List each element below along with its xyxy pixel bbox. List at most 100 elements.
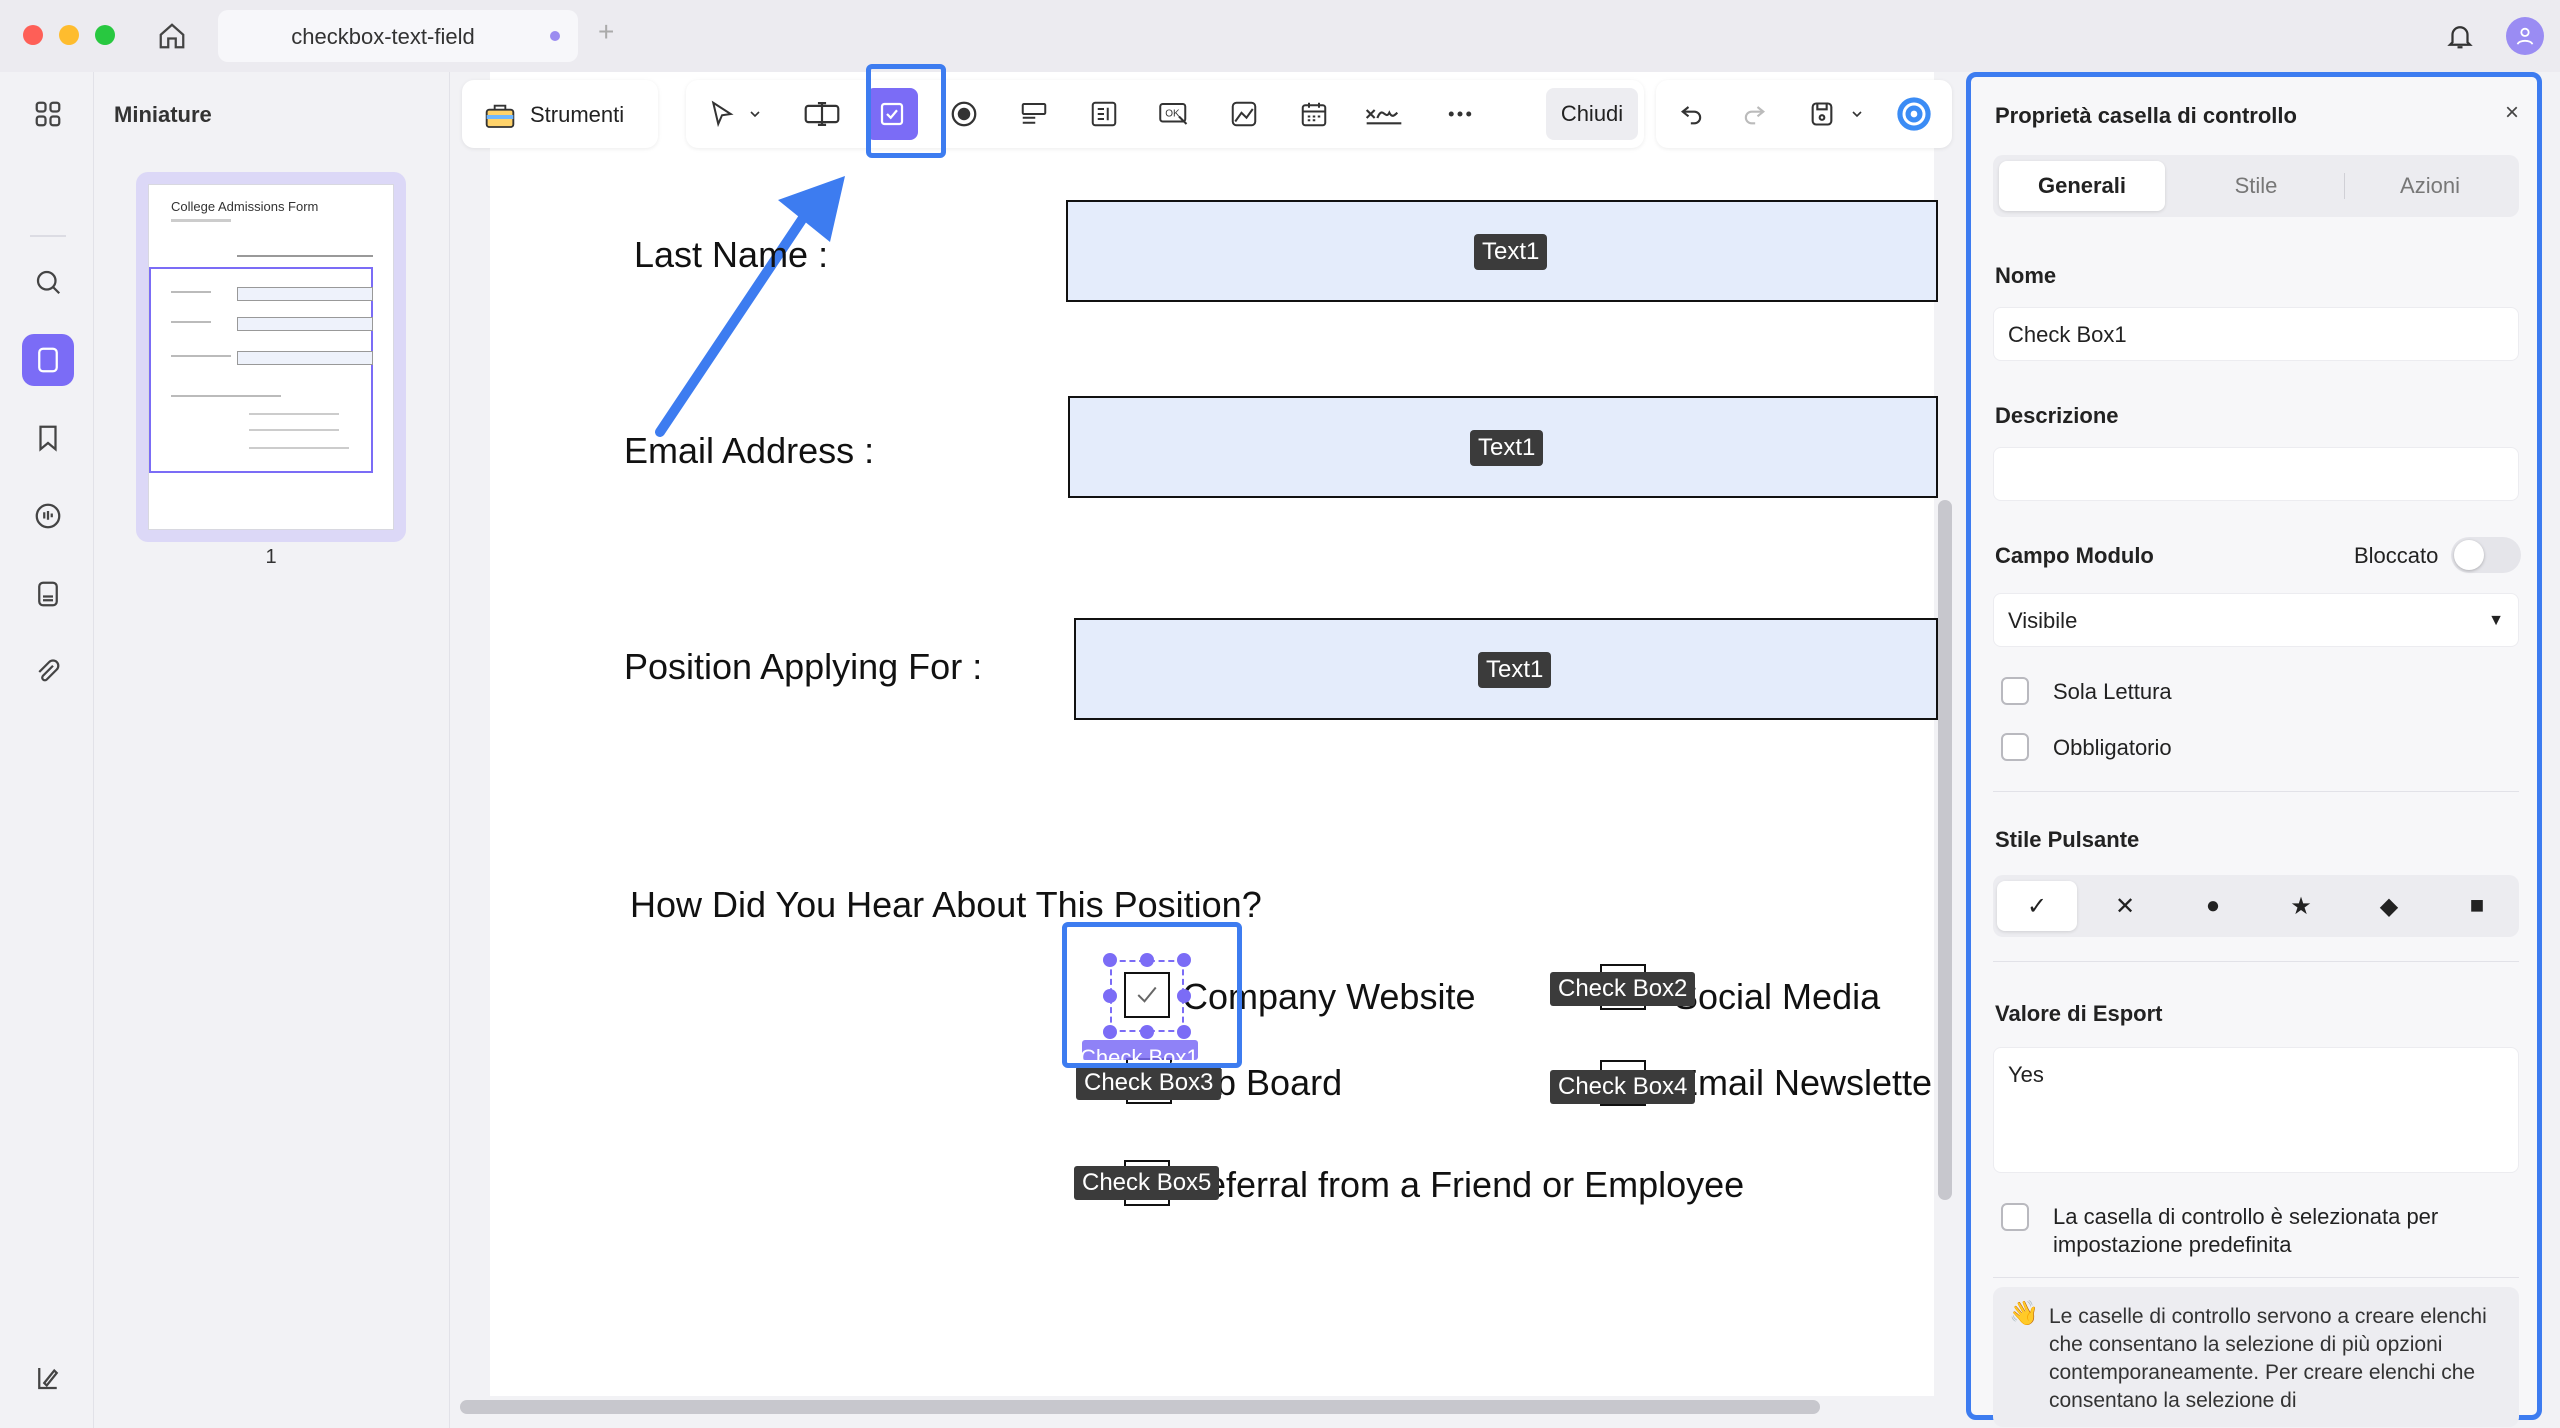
button-style-options: ✓ ✕ ● ★ ◆ ■ [1993, 875, 2519, 937]
checkbox-tag: Check Box5 [1074, 1166, 1220, 1200]
style-check-option[interactable]: ✓ [1997, 881, 2077, 931]
thumbnails-panel: Miniature College Admissions Form 1 [94, 72, 450, 1428]
panel-title: Proprietà casella di controllo [1995, 103, 2297, 128]
thumb-heading: College Admissions Form [171, 199, 319, 214]
tab-title: checkbox-text-field [291, 24, 475, 49]
horizontal-scrollbar[interactable] [460, 1400, 1820, 1414]
visibility-select[interactable]: Visibile ▼ [1993, 593, 2519, 647]
read-only-checkbox[interactable] [2001, 677, 2029, 705]
close-window-button[interactable] [23, 25, 43, 45]
title-bar: checkbox-text-field + [0, 0, 2560, 72]
close-icon[interactable]: × [2505, 99, 2519, 127]
style-square-option[interactable]: ■ [2437, 881, 2517, 931]
thumb-label-line [249, 413, 339, 415]
chevron-down-icon[interactable] [1842, 88, 1872, 140]
grid-icon[interactable] [22, 88, 74, 140]
text-field-tool-icon[interactable] [796, 88, 848, 140]
panel-tabs: Generali Stile Azioni [1993, 155, 2519, 217]
zoom-window-button[interactable] [95, 25, 115, 45]
export-value-input[interactable]: Yes [1993, 1047, 2519, 1173]
description-input[interactable] [1993, 447, 2519, 501]
thumb-subline [171, 219, 231, 222]
bookmark-icon[interactable] [22, 412, 74, 464]
document-tab[interactable]: checkbox-text-field [218, 10, 578, 62]
comment-icon[interactable] [22, 490, 74, 542]
ai-assistant-icon[interactable] [1888, 88, 1940, 140]
option-social-media: Social Media [1674, 976, 1881, 1017]
waving-hand-icon: 👋 [2009, 1300, 2039, 1327]
checkbox-tag: Check Box3 [1076, 1066, 1222, 1100]
button-style-label: Stile Pulsante [1995, 827, 2140, 852]
email-label: Email Address : [624, 430, 875, 471]
date-field-tool-icon[interactable] [1288, 88, 1340, 140]
info-text: Le caselle di controllo servono a creare… [2049, 1305, 2487, 1412]
minimize-window-button[interactable] [59, 25, 79, 45]
position-label: Position Applying For : [624, 646, 983, 687]
tab-generali[interactable]: Generali [1999, 161, 2165, 211]
form-field-label: Campo Modulo [1995, 543, 2154, 568]
tools-button[interactable]: Strumenti [530, 102, 624, 128]
signature-tool-icon[interactable] [1358, 88, 1410, 140]
text-field-tag: Text1 [1470, 430, 1544, 466]
thumb-label-line [171, 291, 211, 293]
checkbox-tag: Check Box4 [1550, 1070, 1696, 1104]
home-icon[interactable] [152, 16, 192, 56]
read-only-label: Sola Lettura [2053, 679, 2172, 704]
option-email-newsletter: Email Newslette [1674, 1062, 1933, 1103]
more-options-icon[interactable] [1434, 88, 1486, 140]
thumb-label-line [249, 429, 339, 431]
tab-divider [2344, 173, 2345, 199]
page-thumbnail-preview[interactable]: College Admissions Form [148, 184, 394, 530]
name-label: Nome [1995, 263, 2057, 288]
tab-azioni[interactable]: Azioni [2347, 161, 2513, 211]
style-diamond-option[interactable]: ◆ [2349, 881, 2429, 931]
last-name-label: Last Name : [634, 234, 829, 275]
thumb-label-line [171, 355, 231, 357]
question-heading: How Did You Hear About This Position? [630, 884, 1262, 925]
form-toolbar: OK Chiudi [686, 80, 1644, 148]
thumbnails-icon[interactable] [22, 334, 74, 386]
settings-panel-icon[interactable] [22, 1352, 74, 1404]
page-number: 1 [265, 546, 277, 568]
export-value-label: Valore di Esport [1995, 1001, 2163, 1026]
attachment-icon[interactable] [22, 646, 74, 698]
chevron-down-icon[interactable] [740, 88, 770, 140]
section-divider [1993, 791, 2519, 792]
section-divider [1993, 961, 2519, 962]
style-circle-option[interactable]: ● [2173, 881, 2253, 931]
dropdown-arrow-icon: ▼ [2488, 612, 2504, 629]
undo-icon[interactable] [1666, 88, 1718, 140]
tab-stile[interactable]: Stile [2173, 161, 2339, 211]
ok-button-tool-icon[interactable]: OK [1148, 88, 1200, 140]
style-star-option[interactable]: ★ [2261, 881, 2341, 931]
combo-box-tool-icon[interactable] [1008, 88, 1060, 140]
required-label: Obbligatorio [2053, 735, 2172, 760]
name-input[interactable]: Check Box1 [1993, 307, 2519, 361]
save-icon[interactable] [1796, 88, 1848, 140]
required-checkbox[interactable] [2001, 733, 2029, 761]
new-tab-button[interactable]: + [598, 16, 614, 48]
toolbox-icon [484, 100, 516, 135]
style-cross-option[interactable]: ✕ [2085, 881, 2165, 931]
visibility-value: Visibile [2008, 608, 2078, 633]
description-label: Descrizione [1995, 403, 2119, 428]
thumb-field [237, 351, 373, 365]
thumb-field [237, 317, 373, 331]
search-icon[interactable] [22, 256, 74, 308]
svg-text:OK: OK [1165, 109, 1180, 120]
image-field-tool-icon[interactable] [1218, 88, 1270, 140]
redo-icon[interactable] [1728, 88, 1780, 140]
list-box-tool-icon[interactable] [1078, 88, 1130, 140]
avatar[interactable] [2506, 17, 2544, 55]
default-checked-checkbox[interactable] [2001, 1203, 2029, 1231]
info-box: 👋 Le caselle di controllo servono a crea… [1993, 1287, 2519, 1427]
vertical-scrollbar[interactable] [1938, 500, 1952, 1200]
bell-icon[interactable] [2440, 16, 2480, 56]
selected-checkbox-highlight [1062, 922, 1242, 1068]
close-form-editing-button[interactable]: Chiudi [1546, 88, 1638, 140]
thumbnails-title: Miniature [114, 102, 212, 127]
form-fields-icon[interactable] [22, 568, 74, 620]
thumb-label-line [249, 447, 349, 449]
thumb-line [237, 255, 373, 257]
locked-toggle[interactable] [2451, 537, 2521, 573]
